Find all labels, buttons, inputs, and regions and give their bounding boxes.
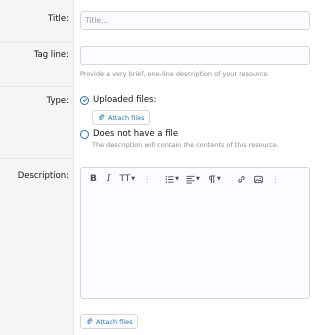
paperclip-icon [87,318,93,324]
align-button[interactable]: ▼ [186,175,200,184]
tagline-label: Tag line: [33,50,69,60]
editor-toolbar: B I TT ▼ ⋮ ▼ ▼ ▼ ⋮ [81,168,311,190]
check-icon[interactable] [80,95,89,105]
chevron-down-icon: ▼ [196,176,200,182]
link-icon [237,175,245,183]
list-button[interactable]: ▼ [165,175,179,184]
row-divider [0,158,74,159]
radio-circle-icon[interactable] [80,129,89,139]
text-size-label: TT [119,174,131,184]
attach-files-button[interactable]: Attach files [92,110,151,125]
row-divider [0,86,74,87]
no-file-hint: The description will contain the content… [92,141,279,149]
paragraph-button[interactable]: ▼ [207,174,221,184]
attach-files-label: Attach files [108,113,145,122]
attach-files-label: Attach files [96,317,133,326]
uploaded-files-label: Uploaded files: [93,95,157,105]
description-editor[interactable]: B I TT ▼ ⋮ ▼ ▼ ▼ ⋮ [80,167,310,299]
align-icon [186,175,195,184]
type-label: Type: [46,96,69,106]
paperclip-icon [99,114,105,120]
text-size-button[interactable]: TT ▼ [119,174,135,184]
title-placeholder: Title... [85,16,109,25]
title-input[interactable]: Title... [80,11,310,30]
more-icon[interactable]: ⋮ [272,175,280,184]
no-file-label: Does not have a file [93,129,179,139]
more-icon[interactable]: ⋮ [143,175,151,184]
image-icon [253,175,263,183]
description-label: Description: [17,171,69,181]
chevron-down-icon: ▼ [131,176,136,182]
image-button[interactable] [253,175,263,184]
chevron-down-icon: ▼ [216,176,221,182]
title-label: Title: [47,14,69,24]
bold-button[interactable]: B [90,174,97,184]
chevron-down-icon: ▼ [175,176,179,182]
italic-button[interactable]: I [107,174,111,184]
paragraph-icon [208,174,215,183]
link-button[interactable] [237,175,246,184]
description-attach-files-button[interactable]: Attach files [80,314,139,329]
tagline-hint: Provide a very brief, one-line descripti… [80,70,270,78]
tagline-input[interactable] [80,46,310,65]
list-icon [165,175,174,183]
row-divider [0,42,74,43]
radio-no-file[interactable]: Does not have a file [80,129,178,139]
radio-uploaded-files[interactable]: Uploaded files: [80,95,156,105]
